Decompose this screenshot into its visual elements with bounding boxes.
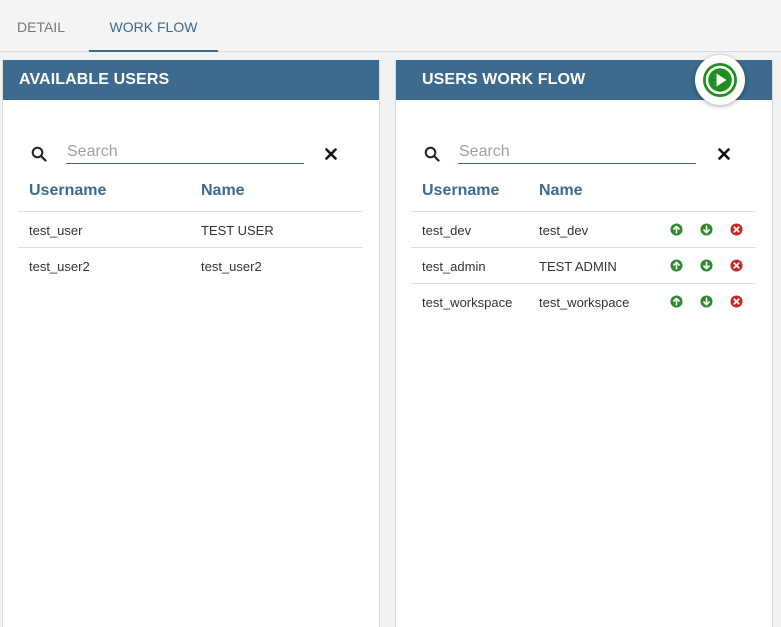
table-row[interactable]: test_user TEST USER [18, 211, 363, 247]
search-icon [31, 146, 47, 162]
tab-bar: DETAIL WORK FLOW [0, 0, 781, 52]
username-cell: test_user [29, 223, 83, 238]
column-header-name[interactable]: Name [201, 182, 245, 200]
column-header-name[interactable]: Name [539, 182, 583, 200]
username-cell: test_admin [422, 259, 486, 274]
remove-circle-icon[interactable] [730, 223, 743, 236]
column-header-username[interactable]: Username [422, 182, 499, 200]
column-header-username[interactable]: Username [29, 182, 106, 200]
remove-circle-icon[interactable] [730, 295, 743, 308]
name-cell: test_user2 [201, 259, 262, 274]
arrow-up-circle-icon[interactable] [670, 259, 683, 272]
close-icon[interactable] [718, 148, 730, 160]
table-row: test_admin TEST ADMIN [411, 247, 756, 283]
close-icon[interactable] [325, 148, 337, 160]
name-cell: TEST USER [201, 223, 274, 238]
available-users-title: AVAILABLE USERS [3, 60, 379, 100]
name-cell: test_dev [539, 223, 589, 238]
users-workflow-search-input[interactable] [458, 140, 696, 164]
username-cell: test_workspace [422, 295, 513, 310]
arrow-up-circle-icon[interactable] [670, 295, 683, 308]
name-cell: TEST ADMIN [539, 259, 617, 274]
table-row[interactable]: test_user2 test_user2 [18, 247, 363, 283]
table-row: test_dev test_dev [411, 211, 756, 247]
arrow-down-circle-icon[interactable] [700, 223, 713, 236]
users-workflow-search [396, 140, 772, 166]
remove-circle-icon[interactable] [730, 259, 743, 272]
arrow-down-circle-icon[interactable] [700, 259, 713, 272]
name-cell: test_workspace [539, 295, 630, 310]
search-icon [424, 146, 440, 162]
arrow-down-circle-icon[interactable] [700, 295, 713, 308]
available-users-search-input[interactable] [66, 140, 304, 164]
username-cell: test_dev [422, 223, 472, 238]
arrow-up-circle-icon[interactable] [670, 223, 683, 236]
tab-detail[interactable]: DETAIL [0, 0, 82, 52]
available-users-search [3, 140, 379, 166]
users-workflow-panel: USERS WORK FLOW Username Name test_dev t… [395, 60, 773, 627]
table-row: test_workspace test_workspace [411, 283, 756, 319]
play-circle-icon [703, 63, 737, 97]
username-cell: test_user2 [29, 259, 90, 274]
available-users-panel: AVAILABLE USERS Username Name test_user … [2, 60, 380, 627]
tab-work-flow[interactable]: WORK FLOW [89, 0, 218, 52]
run-workflow-button[interactable] [695, 55, 745, 105]
